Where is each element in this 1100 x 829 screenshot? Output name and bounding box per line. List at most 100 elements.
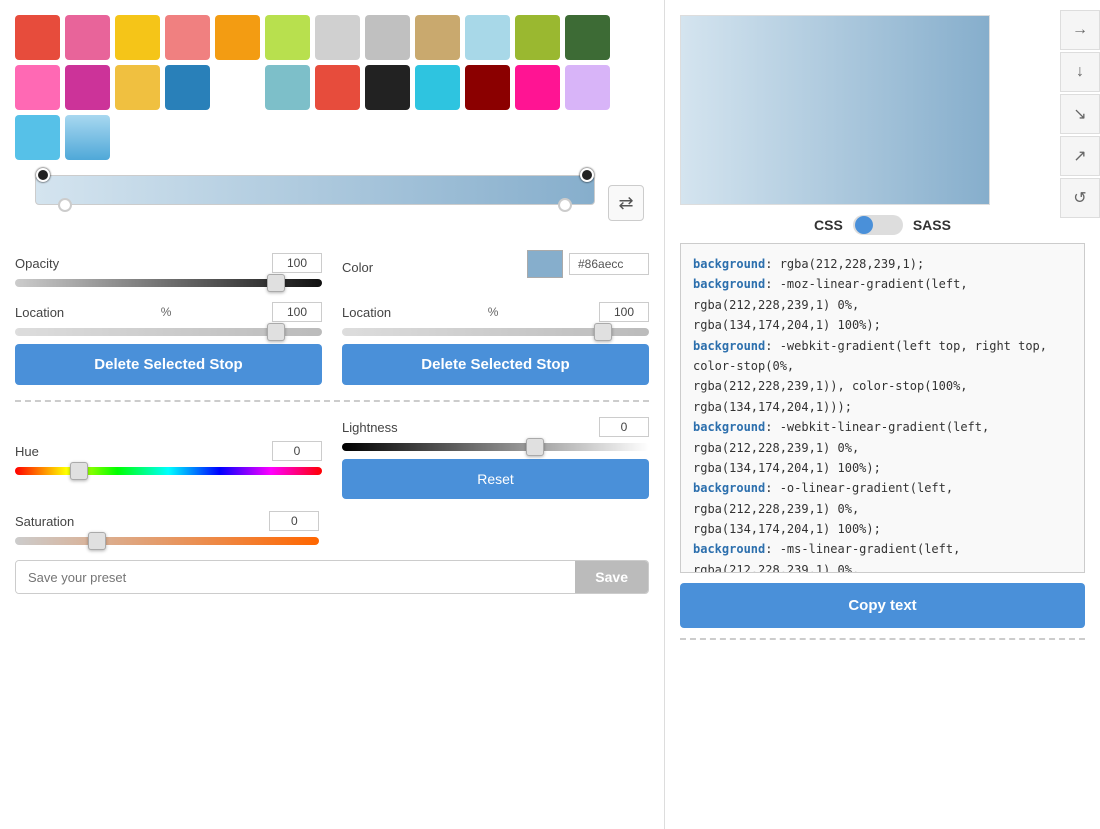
hue-label: Hue [15, 444, 39, 459]
hue-value[interactable] [272, 441, 322, 461]
css-value: rgba(134,174,204,1) 100%); [693, 522, 881, 536]
gradient-stop-left[interactable] [36, 168, 50, 182]
color-swatch[interactable] [215, 65, 260, 110]
gradient-stop-right[interactable] [580, 168, 594, 182]
saturation-label: Saturation [15, 514, 74, 529]
saturation-thumb[interactable] [88, 532, 106, 550]
lightness-label: Lightness [342, 420, 398, 435]
preset-input[interactable] [16, 561, 575, 593]
saturation-slider[interactable] [15, 537, 319, 545]
color-swatch[interactable] [465, 65, 510, 110]
color-swatch-indicator[interactable] [527, 250, 563, 278]
reset-button[interactable]: Reset [342, 459, 649, 499]
color-swatch[interactable] [415, 15, 460, 60]
color-swatch[interactable] [565, 15, 610, 60]
css-value: : rgba(212,228,239,1); [765, 257, 924, 271]
direction-arrow-button[interactable]: ↗ [1060, 136, 1100, 176]
gradient-bar[interactable] [35, 175, 595, 205]
color-swatch[interactable] [515, 15, 560, 60]
color-swatch[interactable] [15, 15, 60, 60]
direction-arrow-button[interactable]: ↺ [1060, 178, 1100, 218]
location-right-value[interactable] [599, 302, 649, 322]
opacity-thumb[interactable] [267, 274, 285, 292]
css-property: background [693, 481, 765, 495]
css-property: background [693, 277, 765, 291]
color-swatch[interactable] [315, 65, 360, 110]
lightness-group: Lightness Reset [342, 417, 649, 499]
saturation-group: Saturation [15, 511, 319, 545]
hue-slider[interactable] [15, 467, 322, 475]
direction-arrow-button[interactable]: → [1060, 10, 1100, 50]
gradient-stop-bottom-right[interactable] [558, 198, 572, 212]
toggle-track[interactable] [853, 215, 903, 235]
code-box[interactable]: background: rgba(212,228,239,1);backgrou… [680, 243, 1085, 573]
color-swatch[interactable] [115, 65, 160, 110]
location-right-percent: % [488, 305, 499, 319]
color-swatch[interactable] [315, 15, 360, 60]
section-divider [15, 400, 649, 402]
right-panel: →↓↘↗↺ CSS SASS background: rgba(212,228,… [665, 0, 1100, 829]
css-toggle-label: CSS [814, 217, 843, 233]
color-swatch[interactable] [165, 65, 210, 110]
color-swatch[interactable] [115, 15, 160, 60]
css-value: rgba(212,228,239,1)), color-stop(100%, r… [693, 379, 968, 413]
css-property: background [693, 339, 765, 353]
css-property: background [693, 257, 765, 271]
saturation-value[interactable] [269, 511, 319, 531]
preset-row: Save [15, 560, 649, 594]
css-value: rgba(134,174,204,1) 100%); [693, 318, 881, 332]
location-right-slider[interactable] [342, 328, 649, 336]
delete-stop-left-button[interactable]: Delete Selected Stop [15, 344, 322, 385]
hue-thumb[interactable] [70, 462, 88, 480]
opacity-group: Opacity [15, 253, 322, 287]
color-label: Color [342, 260, 373, 275]
location-left-value[interactable] [272, 302, 322, 322]
color-swatch[interactable] [565, 65, 610, 110]
color-swatch[interactable] [65, 15, 110, 60]
location-right-label: Location [342, 305, 391, 320]
left-panel: ⇄ Opacity Color Loc [0, 0, 665, 829]
lightness-slider[interactable] [342, 443, 649, 451]
lightness-thumb[interactable] [526, 438, 544, 456]
save-preset-button[interactable]: Save [575, 561, 648, 593]
color-swatch[interactable] [15, 65, 60, 110]
color-swatch[interactable] [265, 15, 310, 60]
color-swatch[interactable] [465, 15, 510, 60]
delete-stop-right-button[interactable]: Delete Selected Stop [342, 344, 649, 385]
swap-button[interactable]: ⇄ [608, 185, 644, 221]
hue-lightness-row: Hue Lightness Reset [15, 417, 649, 499]
location-left-thumb[interactable] [267, 323, 285, 341]
color-swatches [15, 15, 649, 160]
bottom-divider [680, 638, 1085, 640]
opacity-color-row: Opacity Color [15, 250, 649, 290]
hue-group: Hue [15, 441, 322, 475]
location-left-slider[interactable] [15, 328, 322, 336]
location-left-percent: % [161, 305, 172, 319]
color-swatch[interactable] [515, 65, 560, 110]
color-hex-input[interactable] [569, 253, 649, 275]
lightness-value[interactable] [599, 417, 649, 437]
copy-text-button[interactable]: Copy text [680, 583, 1085, 628]
gradient-stop-bottom-left[interactable] [58, 198, 72, 212]
color-swatch[interactable] [365, 65, 410, 110]
color-swatch[interactable] [365, 15, 410, 60]
direction-arrow-button[interactable]: ↓ [1060, 52, 1100, 92]
toggle-thumb [855, 216, 873, 234]
opacity-value[interactable] [272, 253, 322, 273]
location-left-group: Location % Delete Selected Stop [15, 302, 322, 385]
color-swatch[interactable] [165, 15, 210, 60]
color-swatch[interactable] [65, 65, 110, 110]
color-swatch[interactable] [415, 65, 460, 110]
gradient-swatch[interactable] [65, 115, 110, 160]
opacity-slider[interactable] [15, 279, 322, 287]
color-row [527, 250, 649, 278]
location-right-thumb[interactable] [594, 323, 612, 341]
color-swatch[interactable] [215, 15, 260, 60]
color-swatch[interactable] [265, 65, 310, 110]
opacity-label: Opacity [15, 256, 59, 271]
color-swatch[interactable] [15, 115, 60, 160]
location-left-label: Location [15, 305, 64, 320]
direction-arrow-button[interactable]: ↘ [1060, 94, 1100, 134]
css-property: background [693, 542, 765, 556]
gradient-preview [680, 15, 990, 205]
